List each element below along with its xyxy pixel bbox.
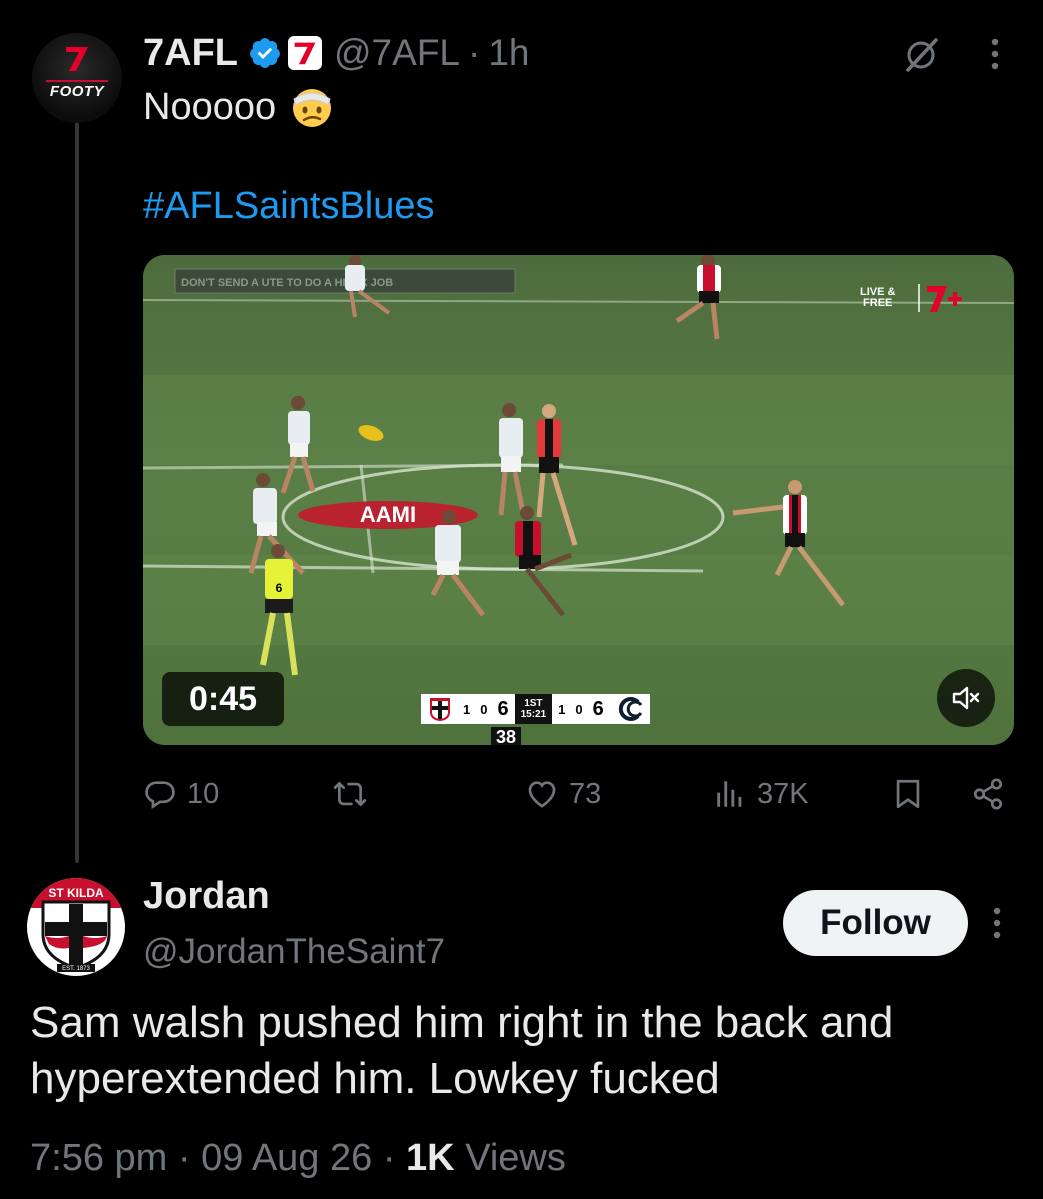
reply-views-count: 1K [406,1137,455,1179]
heart-icon [528,781,556,808]
home-behinds: 0 [480,701,488,717]
repost-icon [333,782,367,806]
tweet-actions: 10 73 37K [143,768,1013,820]
meta-dot-1: · [177,1137,191,1179]
st-kilda-crest-icon [430,698,450,721]
reply-author-name[interactable]: Jordan [143,875,270,918]
st-kilda-avatar-crest: ST KILDA EST. 1873 [27,878,125,972]
avatar-club-name: ST KILDA [48,886,104,900]
away-behinds: 0 [575,701,583,717]
view-count: 37K [757,777,809,810]
scorebug-clock: 1ST 15:21 [514,694,553,724]
reply-text: Sam walsh pushed him right in the back a… [30,998,894,1103]
author-handle[interactable]: @7AFL [334,32,460,74]
umpire-number: 6 [276,581,283,595]
analytics-icon [717,781,742,807]
share-action[interactable] [971,768,1005,820]
home-total: 6 [497,697,509,720]
reply-date[interactable]: 09 Aug 26 [201,1137,372,1179]
author-name[interactable]: 7AFL [143,32,238,75]
seven-plus-logo-icon [918,284,962,312]
repost-action[interactable] [333,768,367,820]
hashtag-link[interactable]: #AFLSaintsBlues [143,185,435,228]
7afl-avatar[interactable]: FOOTY [32,33,122,123]
like-count: 73 [569,777,602,810]
like-action[interactable]: 73 [525,768,601,820]
thread-connector-line [75,118,79,863]
avatar-label: FOOTY [49,83,105,100]
grok-icon[interactable] [900,34,942,76]
mute-toggle-button[interactable] [937,669,995,727]
reply-author-handle[interactable]: @JordanTheSaint7 [143,932,445,972]
away-total: 6 [592,697,604,720]
header-separator: · [468,32,481,73]
ground-signage-text: AAMI [360,502,416,527]
game-clock: 15:21 [520,709,547,720]
live-and-free-badge: LIVE & FREE [860,286,896,309]
away-goals: 1 [558,701,566,717]
scorebug: 1 0 6 1ST 15:21 1 0 6 [421,694,650,724]
views-action[interactable]: 37K [713,768,809,820]
avatar-est-year: EST. 1873 [62,966,90,972]
bookmark-action[interactable] [891,768,925,820]
reply-views-label: Views [465,1137,566,1179]
share-icon [973,778,1003,810]
meta-dot-2: · [382,1137,396,1179]
face-with-head-bandage-icon [293,89,332,127]
bookmark-icon [896,779,920,809]
speaker-muted-icon [952,686,980,710]
avatar-accent-bar [46,80,108,82]
more-options-icon[interactable] [984,34,1006,74]
carlton-logo-icon [618,697,642,721]
reply-count: 10 [187,777,220,810]
reply-time[interactable]: 7:56 pm [30,1137,167,1179]
video-duration: 0:45 [162,672,284,726]
scorebug-away: 1 0 6 [552,694,650,724]
tweet-time[interactable]: 1h [488,32,529,74]
reply-action[interactable]: 10 [143,768,219,820]
quarter: 1ST [524,698,543,709]
jordan-avatar[interactable]: ST KILDA EST. 1873 [27,878,125,976]
affiliate-badge-icon[interactable] [288,36,322,70]
reply-meta: 7:56 pm · 09 Aug 26 · 1K Views [30,1137,566,1180]
reply-more-options-icon[interactable] [986,903,1008,943]
player-number: 38 [496,727,516,745]
verified-badge-icon[interactable] [248,36,282,70]
home-goals: 1 [463,701,471,717]
tweet-body: Nooooo [143,85,277,128]
tweet-header: 7AFL @7AFL · 1h [143,30,529,76]
tweet-text: Nooooo [143,85,334,129]
scorebug-home: 1 0 6 [421,694,515,724]
seven-logo-icon [66,47,88,71]
reply-icon [145,781,175,809]
follow-button[interactable]: Follow [783,890,968,956]
